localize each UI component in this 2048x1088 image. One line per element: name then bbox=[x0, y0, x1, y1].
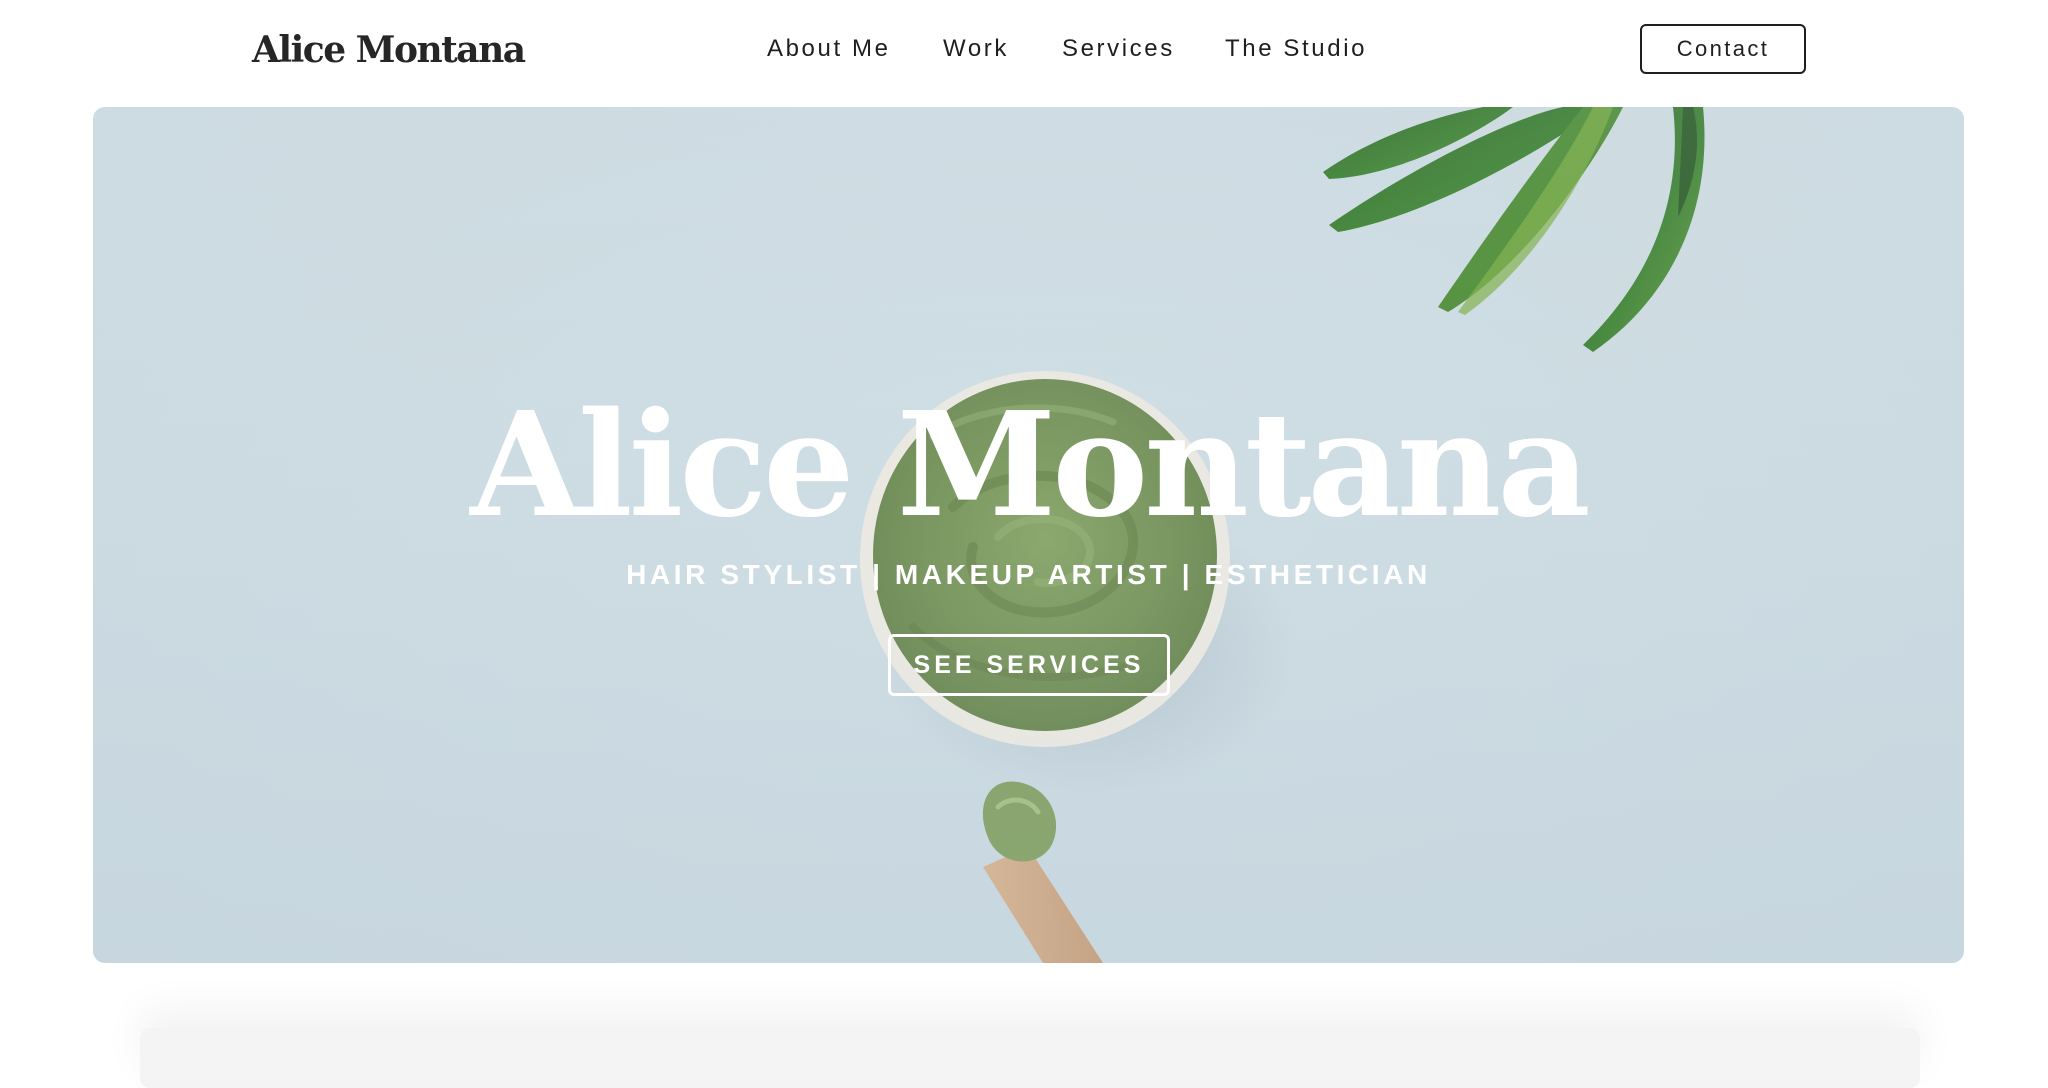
site-header: Alice Montana About Me Work Services The… bbox=[0, 0, 2048, 106]
hero-title: Alice Montana bbox=[470, 380, 1591, 549]
contact-button[interactable]: Contact bbox=[1640, 24, 1806, 74]
nav-item-about-me[interactable]: About Me bbox=[767, 32, 891, 66]
hero-subtitle: HAIR STYLIST | MAKEUP ARTIST | ESTHETICI… bbox=[626, 559, 1431, 590]
nav-item-work[interactable]: Work bbox=[943, 32, 1009, 66]
next-section-card bbox=[140, 1028, 1920, 1088]
nav-item-the-studio[interactable]: The Studio bbox=[1225, 32, 1367, 66]
nav-item-services[interactable]: Services bbox=[1062, 32, 1175, 66]
hero-section: Alice Montana HAIR STYLIST | MAKEUP ARTI… bbox=[93, 107, 1964, 963]
see-services-button[interactable]: SEE SERVICES bbox=[888, 634, 1170, 696]
